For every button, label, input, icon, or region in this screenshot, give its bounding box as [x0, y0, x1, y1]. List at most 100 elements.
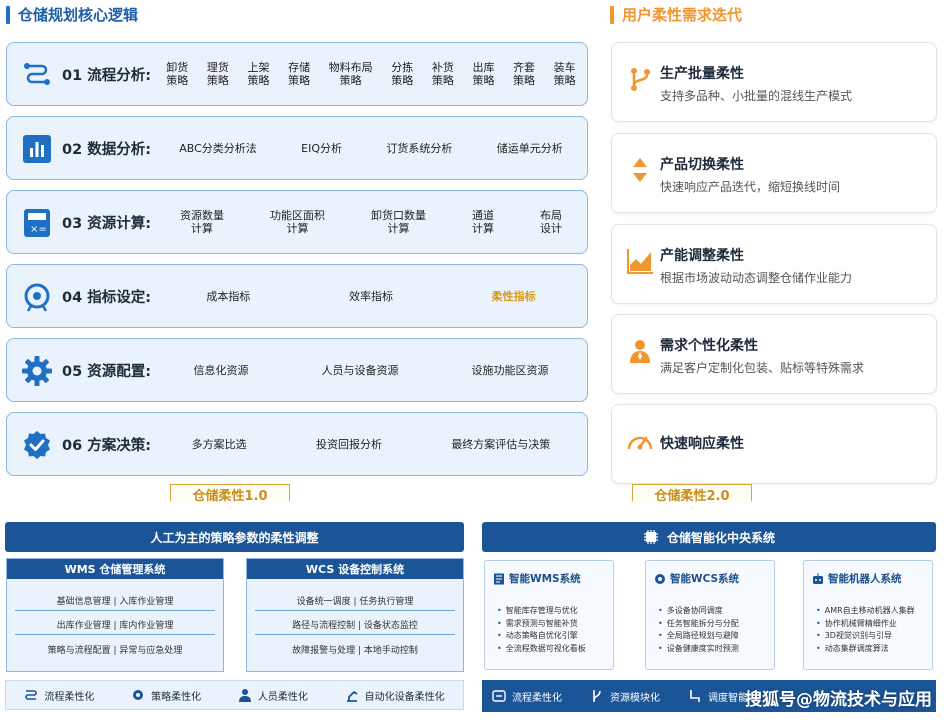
wcs-row: 路径与流程控制 | 设备状态监控 [255, 615, 455, 635]
target-icon [21, 281, 53, 313]
footer-label: 流程柔性化 [512, 692, 562, 704]
left-title-text: 仓储规划核心逻辑 [18, 6, 139, 24]
calculator-icon: ×= [21, 207, 53, 239]
robot-icon [813, 573, 823, 584]
branch-icon [593, 690, 601, 702]
panel-list: 多设备协同调度 任务智能拆分与分配 全局路径规划与避障 设备健康度实时预测 [658, 605, 739, 655]
panel-title: 智能WMS系统 [509, 573, 581, 585]
step-items: ABC分类分析法 EIQ分析 订货系统分析 储运单元分析 [157, 117, 585, 179]
step-item: 理货 策略 [206, 61, 229, 87]
smart-wms-panel: 智能WMS系统 智能库存管理与优化 需求预测与智能补货 动态策略自优化引擎 全流… [484, 560, 614, 670]
list-item: 设备健康度实时预测 [658, 643, 739, 656]
step-item: 卸货口数量 计算 [371, 209, 426, 235]
card-desc: 根据市场波动动态调整仓储作业能力 [660, 271, 853, 285]
panel-head: 智能机器人系统 [812, 571, 902, 586]
card-desc: 支持多品种、小批量的混线生产模式 [660, 89, 853, 103]
card-personalization-flexibility: 需求个性化柔性 满足客户定制化包装、贴标等特殊需求 [611, 314, 937, 394]
step-resource-calc: ×= 03 资源计算: 资源数量 计算 功能区面积 计算 卸货口数量 计算 通道… [6, 190, 588, 254]
central-system-title: 仓储智能化中央系统 [666, 530, 775, 545]
list-item: 多设备协同调度 [658, 605, 739, 618]
step-items: 资源数量 计算 功能区面积 计算 卸货口数量 计算 通道 计算 布局 设计 [157, 191, 585, 253]
list-item: 全流程数据可视化看板 [497, 643, 586, 656]
flow-icon [25, 690, 38, 700]
check-badge-icon [21, 429, 53, 461]
step-label: 06 方案决策: [62, 437, 152, 454]
footer-item: 流程柔性化 [492, 689, 562, 704]
wms-title: WMS 仓储管理系统 [7, 559, 223, 579]
step-items: 信息化资源 人员与设备资源 设施功能区资源 [157, 339, 585, 401]
card-title: 生产批量柔性 [660, 66, 744, 82]
wcs-panel: WCS 设备控制系统 设备统一调度 | 任务执行管理 路径与流程控制 | 设备状… [246, 558, 464, 672]
gear-icon [133, 690, 144, 700]
version-1-label: 仓储柔性1.0 [192, 489, 268, 504]
gear-icon [21, 355, 53, 387]
step-item: 设施功能区资源 [471, 363, 549, 377]
step-items: 成本指标 效率指标 柔性指标 [157, 265, 585, 327]
left-footer-strip: 流程柔性化 策略柔性化 人员柔性化 自动化设备柔性化 [5, 680, 464, 710]
wms-panel: WMS 仓储管理系统 基础信息管理 | 入库作业管理 出库作业管理 | 库内作业… [6, 558, 224, 672]
step-item: 装车 策略 [553, 61, 576, 87]
card-response-flexibility: 快速响应柔性 [611, 404, 937, 484]
watermark: 搜狐号@物流技术与应用 [745, 690, 932, 710]
list-item: 动态策略自优化引擎 [497, 630, 586, 643]
card-title: 需求个性化柔性 [660, 338, 758, 354]
step-label: 05 资源配置: [62, 363, 152, 380]
footer-label: 策略柔性化 [151, 691, 202, 703]
step-item-highlighted: 柔性指标 [491, 289, 536, 303]
left-section-title: 仓储规划核心逻辑 [6, 4, 138, 25]
card-title: 快速响应柔性 [660, 436, 744, 452]
step-item: 效率指标 [348, 289, 393, 303]
step-item: 布局 设计 [540, 209, 562, 235]
step-item: 存储 策略 [288, 61, 311, 87]
footer-item: 流程柔性化 [24, 688, 94, 703]
footer-item: 自动化设备柔性化 [345, 688, 445, 703]
step-item: 补货 策略 [431, 61, 454, 87]
route-icon [690, 690, 700, 702]
footer-label: 资源模块化 [610, 692, 660, 704]
speedometer-icon [626, 429, 654, 457]
footer-label: 流程柔性化 [44, 691, 95, 703]
central-system-banner: 仓储智能化中央系统 [482, 522, 936, 552]
list-item: 智能库存管理与优化 [497, 605, 586, 618]
panel-head: 智能WMS系统 [493, 571, 581, 586]
person-icon [626, 337, 654, 365]
list-item: 动态集群调度算法 [816, 643, 915, 656]
footer-label: 人员柔性化 [257, 691, 308, 703]
footer-item: 人员柔性化 [238, 688, 308, 703]
manual-flex-banner: 人工为主的策略参数的柔性调整 [5, 522, 464, 552]
title-accent-bar [6, 5, 10, 24]
list-item: 需求预测与智能补货 [497, 618, 586, 631]
step-item: 人员与设备资源 [321, 363, 399, 377]
step-item: 多方案比选 [191, 437, 247, 451]
wms-row: 出库作业管理 | 库内作业管理 [15, 615, 215, 635]
list-item: AMR自主移动机器人集群 [816, 605, 915, 618]
card-capacity-flexibility: 产能调整柔性 根据市场波动动态调整仓储作业能力 [611, 224, 937, 304]
step-item: 信息化资源 [193, 363, 249, 377]
list-item: 协作机械臂精细作业 [816, 618, 915, 631]
gear-icon [655, 573, 665, 584]
panel-list: AMR自主移动机器人集群 协作机械臂精细作业 3D视觉识别与引导 动态集群调度算… [816, 605, 915, 655]
step-flow-analysis: 01 流程分析: 卸货 策略 理货 策略 上架 策略 存储 策略 物料布局 策略… [6, 42, 588, 106]
step-item: 通道 计算 [472, 209, 494, 235]
step-label: 03 资源计算: [62, 215, 152, 232]
flow-icon [21, 59, 53, 91]
step-item: 上架 策略 [247, 61, 270, 87]
switch-arrows-icon [626, 156, 654, 184]
step-item: 订货系统分析 [386, 141, 453, 155]
step-item: 齐套 策略 [513, 61, 536, 87]
card-batch-flexibility: 生产批量柔性 支持多品种、小批量的混线生产模式 [611, 42, 937, 122]
step-data-analysis: 02 数据分析: ABC分类分析法 EIQ分析 订货系统分析 储运单元分析 [6, 116, 588, 180]
list-item: 任务智能拆分与分配 [658, 618, 739, 631]
step-item: 投资回报分析 [315, 437, 382, 451]
list-item: 3D视觉识别与引导 [816, 630, 915, 643]
card-switch-flexibility: 产品切换柔性 快速响应产品迭代，缩短换线时间 [611, 133, 937, 213]
wms-row: 策略与流程配置 | 异常与应急处理 [47, 645, 183, 656]
step-label: 01 流程分析: [62, 67, 152, 84]
card-desc: 快速响应产品迭代，缩短换线时间 [660, 180, 841, 194]
step-item: 功能区面积 计算 [270, 209, 325, 235]
svg-text:×=: ×= [30, 224, 47, 235]
step-plan-decision: 06 方案决策: 多方案比选 投资回报分析 最终方案评估与决策 [6, 412, 588, 476]
title-accent-bar [610, 5, 614, 24]
wcs-row: 故障报警与处理 | 本地手动控制 [292, 645, 418, 656]
step-item: 物料布局 策略 [328, 61, 373, 87]
